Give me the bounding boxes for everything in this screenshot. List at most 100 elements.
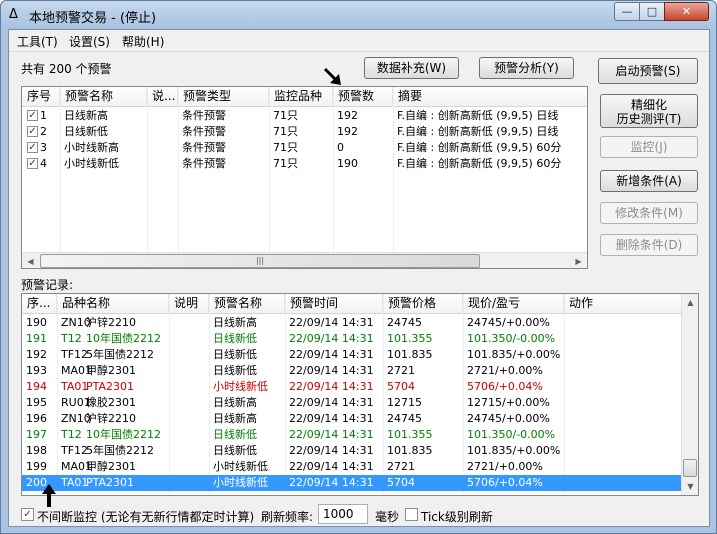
record-cell-no: 199 [26, 460, 47, 473]
alert-list-hscrollbar[interactable]: ◀ ||| ▶ [22, 252, 587, 268]
start-alert-button[interactable]: 启动预警(S) [598, 58, 698, 84]
col-header-type[interactable]: 预警类型 [178, 87, 269, 107]
col-header-count[interactable]: 预警数 [333, 87, 393, 107]
maximize-button[interactable]: □ [639, 2, 665, 21]
minimize-button[interactable]: — [614, 2, 640, 21]
records-header: 序... 品种名称 说明 预警名称 预警时间 预警价格 现价/盈亏 动作 [22, 294, 682, 314]
refresh-rate-input[interactable] [318, 504, 368, 524]
tick-refresh-checkbox[interactable] [405, 508, 418, 521]
alert-cell-no: 1 [40, 109, 47, 122]
rec-col-no[interactable]: 序... [22, 294, 57, 314]
tick-refresh-label: Tick级别刷新 [421, 510, 493, 524]
record-row[interactable]: 193 MA01 甲醇2301 日线新低 22/09/14 14:31 2721 2721/… [22, 363, 681, 379]
record-row[interactable]: 197 T12 10年国债2212 日线新低 22/09/14 14:31 101.355… [22, 427, 681, 443]
record-cell-note [169, 331, 209, 347]
record-cell-price: 24745 [387, 412, 422, 425]
scroll-thumb[interactable]: ||| [40, 254, 480, 268]
rec-col-alert[interactable]: 预警名称 [209, 294, 285, 314]
record-cell-time: 22/09/14 14:31 [289, 428, 374, 441]
record-row[interactable]: 196 ZN10 沪锌2210 日线新高 22/09/14 14:31 24745 2474… [22, 411, 681, 427]
alert-cell-no: 3 [40, 141, 47, 154]
delete-condition-button[interactable]: 删除条件(D) [600, 234, 698, 256]
record-cell-pnl: 101.835/+0.00% [467, 444, 561, 457]
alert-row[interactable]: ✓ 4 小时线新低 条件预警 71只 190 F.自编 : 创新高新低 (9,9,5) 60… [22, 156, 587, 172]
modify-condition-button[interactable]: 修改条件(M) [600, 202, 698, 224]
record-cell-no: 197 [26, 428, 47, 441]
alert-row[interactable]: ✓ 2 日线新低 条件预警 71只 192 F.自编 : 创新高新低 (9,9,5) 日线 [22, 124, 587, 140]
scroll-right-icon[interactable]: ▶ [570, 253, 587, 268]
rec-col-product[interactable]: 品种名称 [57, 294, 169, 314]
record-cell-time: 22/09/14 14:31 [289, 412, 374, 425]
rec-col-note[interactable]: 说明 [169, 294, 209, 314]
record-cell-product: 5年国债2212 [86, 444, 154, 457]
record-row[interactable]: 194 TA01 PTA2301 小时线新低 22/09/14 14:31 5704 570… [22, 379, 681, 395]
scroll-up-icon[interactable]: ▲ [682, 294, 698, 311]
record-cell-price: 5704 [387, 380, 415, 393]
record-cell-alert: 日线新低 [213, 348, 257, 361]
record-cell-alert: 日线新高 [213, 412, 257, 425]
record-row[interactable]: 195 RU01 橡胶2301 日线新高 22/09/14 14:31 12715 1271… [22, 395, 681, 411]
record-cell-pnl: 24745/+0.00% [467, 316, 550, 329]
alert-analysis-button[interactable]: 预警分析(Y) [479, 57, 574, 79]
records-scroll-thumb[interactable] [683, 459, 697, 477]
menu-help[interactable]: 帮助(H) [122, 33, 164, 50]
record-cell-price: 101.355 [387, 428, 433, 441]
record-cell-time: 22/09/14 14:31 [289, 332, 374, 345]
col-header-note[interactable]: 说... [147, 87, 178, 107]
record-row[interactable]: 190 ZN10 沪锌2210 日线新高 22/09/14 14:31 24745 2474… [22, 315, 681, 331]
record-cell-time: 22/09/14 14:31 [289, 380, 374, 393]
record-cell-note [169, 475, 209, 491]
record-cell-action [564, 315, 681, 331]
record-row[interactable]: 192 TF12 5年国债2212 日线新低 22/09/14 14:31 101.835… [22, 347, 681, 363]
annotation-up-arrow-icon [42, 484, 56, 507]
record-cell-time: 22/09/14 14:31 [289, 316, 374, 329]
title-bar[interactable]: Δ 本地预警交易 - (停止) — □ ✕ [1, 1, 716, 29]
record-cell-alert: 小时线新低 [213, 380, 268, 393]
alert-row[interactable]: ✓ 1 日线新高 条件预警 71只 192 F.自编 : 创新高新低 (9,9,5) 日线 [22, 108, 587, 124]
scroll-down-icon[interactable]: ▼ [682, 478, 698, 495]
record-row[interactable]: 199 MA01 甲醇2301 小时线新低 22/09/14 14:31 2721 2721… [22, 459, 681, 475]
records-vscrollbar[interactable]: ▲ ▼ [681, 294, 698, 495]
record-cell-no: 195 [26, 396, 47, 409]
record-cell-alert: 日线新低 [213, 428, 257, 441]
data-fill-button[interactable]: 数据补充(W) [364, 57, 459, 79]
menu-tools[interactable]: 工具(T) [17, 33, 58, 50]
refine-backtest-button[interactable]: 精细化 历史测评(T) [600, 94, 698, 128]
record-row[interactable]: 198 TF12 5年国债2212 日线新低 22/09/14 14:31 101.835… [22, 443, 681, 459]
record-cell-time: 22/09/14 14:31 [289, 444, 374, 457]
record-cell-alert: 小时线新低 [213, 476, 268, 489]
record-cell-pnl: 24745/+0.00% [467, 412, 550, 425]
alert-cell-note [147, 140, 178, 156]
alert-cell-no: 4 [40, 157, 47, 170]
rec-col-pnl[interactable]: 现价/盈亏 [463, 294, 564, 314]
record-cell-action [564, 459, 681, 475]
record-cell-action [564, 427, 681, 443]
rec-col-time[interactable]: 预警时间 [285, 294, 383, 314]
rec-col-price[interactable]: 预警价格 [383, 294, 463, 314]
col-header-name[interactable]: 预警名称 [60, 87, 147, 107]
menu-settings[interactable]: 设置(S) [69, 33, 110, 50]
record-cell-pnl: 12715/+0.00% [467, 396, 550, 409]
col-header-summary[interactable]: 摘要 [393, 87, 587, 107]
record-row[interactable]: 200 TA01 PTA2301 小时线新低 22/09/14 14:31 5704 570… [22, 475, 681, 491]
record-cell-no: 196 [26, 412, 47, 425]
add-condition-button[interactable]: 新增条件(A) [600, 170, 698, 192]
record-cell-time: 22/09/14 14:31 [289, 460, 374, 473]
record-cell-pnl: 2721/+0.00% [467, 364, 543, 377]
alert-row[interactable]: ✓ 3 小时线新高 条件预警 71只 0 F.自编 : 创新高新低 (9,9,5) 60分 [22, 140, 587, 156]
rec-col-action[interactable]: 动作 [564, 294, 682, 314]
record-cell-no: 193 [26, 364, 47, 377]
monitor-button[interactable]: 监控(J) [600, 136, 698, 158]
close-button[interactable]: ✕ [664, 2, 709, 21]
alert-cell-type: 条件预警 [182, 157, 226, 170]
record-row[interactable]: 191 T12 10年国债2212 日线新低 22/09/14 14:31 101.355… [22, 331, 681, 347]
scroll-left-icon[interactable]: ◀ [22, 253, 39, 268]
continuous-monitor-checkbox[interactable]: ✓ [21, 508, 34, 521]
col-header-no[interactable]: 序号 [22, 87, 60, 107]
record-cell-product: 5年国债2212 [86, 348, 154, 361]
record-cell-product: 10年国债2212 [86, 428, 161, 441]
col-header-instruments[interactable]: 监控品种 [269, 87, 333, 107]
refresh-rate-label: 刷新频率: [261, 510, 314, 524]
alert-cell-summary: F.自编 : 创新高新低 (9,9,5) 60分 [397, 141, 562, 154]
alert-cell-summary: F.自编 : 创新高新低 (9,9,5) 日线 [397, 109, 559, 122]
